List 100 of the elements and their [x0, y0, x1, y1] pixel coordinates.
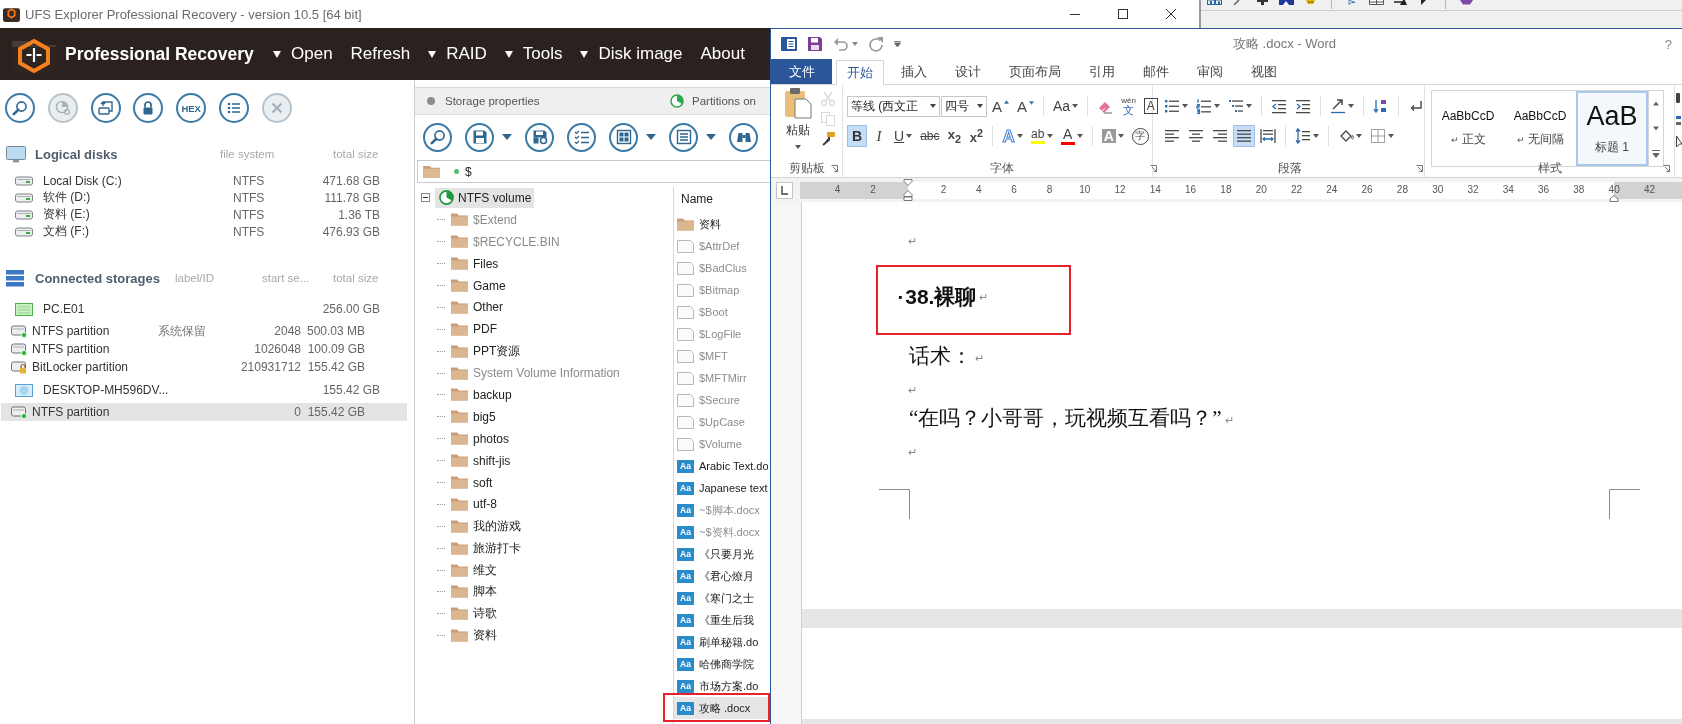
superscript-button[interactable]: x$^{2}$: [966, 125, 987, 147]
tree-item[interactable]: PDF: [451, 319, 500, 340]
file-item[interactable]: $UpCase: [674, 411, 770, 433]
highlight-button[interactable]: ab: [1027, 125, 1056, 147]
ribbon-tab[interactable]: 设计: [944, 59, 992, 84]
file-item[interactable]: $MFT: [674, 345, 770, 367]
tree-item[interactable]: Game: [451, 275, 509, 296]
dropdown-caret-icon[interactable]: [706, 134, 716, 140]
tree-item[interactable]: soft: [451, 472, 496, 493]
ribbon-tab[interactable]: 视图: [1240, 59, 1288, 84]
dialog-launcher-icon[interactable]: [1416, 165, 1423, 172]
search-button[interactable]: [5, 93, 35, 123]
paintbrush-icon[interactable]: [820, 131, 836, 147]
menu-item[interactable]: About: [700, 44, 745, 64]
save-button[interactable]: [465, 122, 494, 152]
selected-row[interactable]: NTFS partition 0 155.42 GB: [1, 403, 407, 421]
find-button[interactable]: [729, 122, 758, 152]
menu-item[interactable]: Open: [273, 44, 333, 64]
menu-item[interactable]: Tools: [504, 44, 563, 64]
collapse-icon[interactable]: [421, 193, 430, 203]
ribbon-tab[interactable]: 开始: [836, 60, 884, 85]
tree-item[interactable]: System Volume Information: [451, 363, 623, 384]
ribbon-tab[interactable]: 审阅: [1186, 59, 1234, 84]
file-item[interactable]: $MFTMirr: [674, 367, 770, 389]
bold-button[interactable]: B: [847, 125, 867, 147]
file-item[interactable]: 资料: [674, 213, 770, 235]
file-item[interactable]: Aa 《寒门之士: [674, 587, 770, 609]
grid-button[interactable]: [609, 122, 638, 152]
menu-item[interactable]: Refresh: [350, 44, 411, 64]
underline-button[interactable]: U: [891, 125, 916, 147]
ribbon-tab[interactable]: 插入: [890, 59, 938, 84]
bug-icon[interactable]: [1303, 0, 1318, 5]
menu-item[interactable]: Disk image: [580, 44, 683, 64]
dropdown-caret-icon[interactable]: [646, 134, 656, 140]
file-item[interactable]: Aa 哈佛商学院: [674, 653, 770, 675]
customize-caret-icon[interactable]: [894, 41, 901, 47]
font-color-button[interactable]: A: [1057, 125, 1086, 147]
ribbon-tab[interactable]: 邮件: [1132, 59, 1180, 84]
checklist-button[interactable]: [567, 122, 596, 152]
drive-button[interactable]: [90, 93, 121, 123]
redo-icon[interactable]: [868, 36, 884, 52]
file-item[interactable]: $Bitmap: [674, 279, 770, 301]
arrow-icon[interactable]: [1393, 0, 1408, 5]
ribbon-tab[interactable]: 引用: [1078, 59, 1126, 84]
tree-item[interactable]: backup: [451, 384, 515, 405]
file-item[interactable]: $AttrDef: [674, 235, 770, 257]
tree-item[interactable]: Files: [451, 253, 502, 274]
file-item[interactable]: $LogFile: [674, 323, 770, 345]
maximize-icon[interactable]: [1118, 9, 1128, 19]
grow-font-button[interactable]: A: [989, 95, 1012, 117]
caret-icon[interactable]: [852, 42, 858, 46]
book-icon[interactable]: [1459, 0, 1474, 5]
tree-item[interactable]: 诗歌: [451, 603, 500, 624]
tree-item[interactable]: 维文: [451, 560, 500, 581]
undo-icon[interactable]: [833, 36, 849, 52]
tree-item[interactable]: 脚本: [451, 581, 500, 602]
tab-stop-icon[interactable]: [776, 181, 793, 199]
justify-button[interactable]: [1233, 125, 1255, 147]
file-item[interactable]: Aa 《重生后我: [674, 609, 770, 631]
file-item[interactable]: Aa 《君心燎月: [674, 565, 770, 587]
ribbon-tab[interactable]: 页面布局: [998, 59, 1072, 84]
tree-item[interactable]: 资料: [451, 625, 500, 646]
tree-item[interactable]: big5: [451, 406, 499, 427]
font-name-field[interactable]: 等线 (西文正: [847, 95, 940, 117]
help-button[interactable]: ?: [1662, 36, 1674, 52]
tool-icon[interactable]: [1255, 0, 1270, 5]
chart-icon[interactable]: [1207, 0, 1222, 5]
dropdown-caret-icon[interactable]: [502, 134, 512, 140]
font-size-field[interactable]: 四号: [941, 95, 987, 117]
file-item[interactable]: Aa 刷单秘籍.do: [674, 631, 770, 653]
italic-button[interactable]: I: [869, 125, 889, 147]
tree-item[interactable]: utf-8: [451, 494, 500, 515]
file-item[interactable]: $Volume: [674, 433, 770, 455]
dialog-launcher-icon[interactable]: [831, 165, 838, 172]
text-effects-button[interactable]: A: [999, 125, 1026, 147]
search-button[interactable]: [423, 122, 452, 152]
tab[interactable]: Partitions on: [670, 94, 756, 108]
file-item[interactable]: $BadClus: [674, 257, 770, 279]
table-icon[interactable]: [1369, 0, 1384, 5]
column-header[interactable]: Name: [674, 187, 770, 211]
change-case-button[interactable]: Aa: [1050, 95, 1082, 117]
file-item[interactable]: Aa ~$资料.docx: [674, 521, 770, 543]
save-settings-button[interactable]: [525, 122, 554, 152]
tree-item[interactable]: Other: [451, 297, 506, 318]
tree-item[interactable]: 旅游打卡: [451, 538, 524, 559]
file-item[interactable]: Aa ~$脚本.docx: [674, 499, 770, 521]
hex-button[interactable]: HEX: [176, 93, 207, 123]
file-item[interactable]: Aa Arabic Text.do: [674, 455, 770, 477]
ribbon-tab[interactable]: 文件: [771, 59, 832, 84]
paste-button[interactable]: 粘贴: [779, 85, 817, 160]
style-item[interactable]: AaBbCcD ↵ 正文: [1432, 91, 1504, 166]
cut-off-icon[interactable]: [1676, 113, 1682, 127]
phonetic-guide-button[interactable]: wén 文: [1118, 95, 1139, 117]
tree-item[interactable]: $RECYCLE.BIN: [451, 231, 563, 252]
path-field[interactable]: $: [417, 160, 770, 183]
list-button[interactable]: [669, 122, 698, 152]
cursor-icon[interactable]: [1676, 135, 1682, 149]
subscript-button[interactable]: x$_{2}$: [944, 125, 965, 147]
close-icon[interactable]: [1166, 9, 1176, 19]
tree-item[interactable]: NTFS volume: [435, 187, 535, 208]
